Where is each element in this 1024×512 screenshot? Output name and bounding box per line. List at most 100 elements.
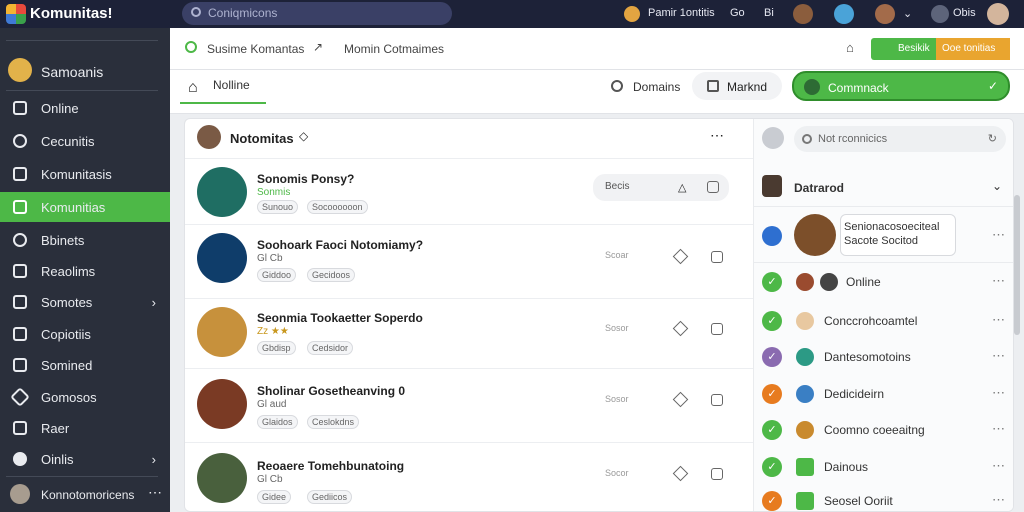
box-icon[interactable] bbox=[711, 251, 723, 263]
more-icon[interactable]: ⋯ bbox=[992, 312, 1006, 328]
avatar bbox=[804, 79, 820, 95]
demand-row[interactable]: Datrarod ⌄ bbox=[754, 171, 1013, 207]
list-item[interactable]: ✓ Dedicideirn ⋯ bbox=[754, 376, 1013, 412]
topbar-obis[interactable]: Obis bbox=[953, 7, 976, 19]
action-button-alt[interactable]: Ooe tonitias bbox=[936, 38, 1010, 60]
sidebar-item-cecunitis[interactable]: Cecunitis bbox=[0, 126, 170, 156]
tag-icon[interactable] bbox=[672, 391, 689, 408]
row-tag: Gecidoos bbox=[307, 268, 356, 282]
row-action-label[interactable]: Scoar bbox=[605, 250, 629, 260]
row-avatar bbox=[197, 167, 247, 217]
sidebar-item-komunitasis[interactable]: Komunitasis bbox=[0, 159, 170, 189]
row-actions[interactable]: Becis △ bbox=[593, 174, 729, 201]
chevron-down-icon[interactable]: ⌄ bbox=[903, 7, 912, 20]
avatar[interactable] bbox=[834, 4, 854, 24]
right-search-input[interactable]: Not rconnicics ↻ bbox=[794, 126, 1006, 152]
list-item[interactable]: ✓ Conccrohcoamtel ⋯ bbox=[754, 303, 1013, 339]
sidebar-item-copiotiis[interactable]: Copiotiis bbox=[0, 319, 170, 349]
list-item[interactable]: ✓ Coomno coeeaitng ⋯ bbox=[754, 412, 1013, 448]
table-row[interactable]: Sholinar Gosetheanving 0 Gl aud Glaidos … bbox=[185, 369, 753, 443]
sidebar-item-somined[interactable]: Somined bbox=[0, 350, 170, 380]
tag-icon[interactable] bbox=[672, 248, 689, 265]
bell-icon[interactable]: ⌂ bbox=[846, 40, 854, 55]
avatar[interactable] bbox=[793, 4, 813, 24]
coin-icon[interactable] bbox=[624, 6, 640, 22]
search-input[interactable]: Coniqmicons bbox=[182, 2, 452, 25]
tag-icon[interactable]: ◇ bbox=[299, 129, 308, 143]
check-icon: ✓ bbox=[762, 347, 782, 367]
user-avatar[interactable] bbox=[8, 58, 32, 82]
market-pill[interactable]: Marknd bbox=[692, 72, 782, 100]
more-icon[interactable]: ⋯ bbox=[710, 127, 725, 144]
table-row[interactable]: Sonomis Ponsy? Sonmis Sunouo Socoooooon … bbox=[185, 159, 753, 225]
right-search-placeholder: Not rconnicics bbox=[818, 133, 888, 145]
topbar-go[interactable]: Go bbox=[730, 7, 745, 19]
topbar-bi[interactable]: Bi bbox=[764, 7, 774, 19]
sidebar-item-komunitias[interactable]: Komunitias bbox=[0, 192, 170, 222]
sidebar-item-label: Copiotiis bbox=[41, 327, 91, 342]
sidebar-item-somotes[interactable]: Somotes › bbox=[0, 287, 170, 317]
sidebar-item-raer[interactable]: Raer bbox=[0, 413, 170, 443]
more-icon[interactable]: ⋯ bbox=[992, 385, 1006, 401]
breadcrumb-a[interactable]: Susime Komantas bbox=[207, 42, 304, 56]
sidebar-item-gomosos[interactable]: Gomosos bbox=[0, 382, 170, 412]
profile-avatar bbox=[794, 214, 836, 256]
pen-icon bbox=[10, 387, 30, 407]
row-action-label[interactable]: Socor bbox=[605, 468, 629, 478]
tab-domains[interactable]: Domains bbox=[633, 80, 680, 94]
sidebar-item-online[interactable]: Online bbox=[0, 93, 170, 123]
row-sub: Gl Cb bbox=[257, 253, 283, 264]
list-item[interactable]: ✓ Seosel Ooriit ⋯ bbox=[754, 485, 1013, 511]
app-title: Komunitas! bbox=[30, 5, 113, 22]
more-icon[interactable]: ⋯ bbox=[148, 484, 162, 501]
box-icon[interactable] bbox=[711, 468, 723, 480]
tag-icon[interactable] bbox=[672, 465, 689, 482]
tag-icon[interactable] bbox=[672, 320, 689, 337]
chevron-right-icon: › bbox=[151, 295, 156, 310]
search-icon bbox=[802, 134, 812, 144]
row-action-label[interactable]: Sosor bbox=[605, 394, 629, 404]
status-icon bbox=[185, 41, 197, 53]
row-tag: Gidee bbox=[257, 490, 292, 504]
list-item[interactable]: ✓ Dainous ⋯ bbox=[754, 449, 1013, 485]
footer-avatar[interactable] bbox=[10, 484, 30, 504]
table-row[interactable]: Reoaere Tomehbunatoing Gl Cb Gidee Gedii… bbox=[185, 443, 753, 511]
sidebar-item-bbinets[interactable]: Bbinets bbox=[0, 225, 170, 255]
avatar[interactable] bbox=[931, 5, 949, 23]
more-icon[interactable]: ⋯ bbox=[992, 458, 1006, 474]
list-item[interactable]: ✓ Dantesomotoins ⋯ bbox=[754, 339, 1013, 375]
row-tag: Ceslokdns bbox=[307, 415, 360, 429]
row-sub: Gl Cb bbox=[257, 474, 283, 485]
profile-card[interactable]: Senionacosoeciteal Sacote Socitod ⋯ bbox=[754, 209, 1013, 263]
arrow-icon: ↗ bbox=[313, 40, 324, 54]
sidebar-item-reaolims[interactable]: Reaolims bbox=[0, 256, 170, 286]
table-row[interactable]: Seonmia Tookaetter Soperdo Zz ★★ Gbdisp … bbox=[185, 299, 753, 369]
profile-avatar[interactable] bbox=[987, 3, 1009, 25]
search-icon bbox=[191, 7, 201, 17]
scrollbar[interactable] bbox=[1014, 195, 1020, 335]
more-icon[interactable]: ⋯ bbox=[992, 348, 1006, 364]
table-row[interactable]: Soohoark Faoci Notomiamy? Gl Cb Giddoo G… bbox=[185, 225, 753, 299]
image-icon bbox=[13, 358, 27, 372]
filter-icon[interactable] bbox=[762, 127, 784, 149]
home-icon: ⌂ bbox=[188, 79, 198, 96]
more-icon[interactable]: ⋯ bbox=[992, 421, 1006, 437]
tab-nolline[interactable]: Nolline bbox=[213, 78, 250, 92]
community-icon bbox=[13, 200, 27, 214]
dot-icon bbox=[13, 452, 27, 466]
row-action-label[interactable]: Sosor bbox=[605, 323, 629, 333]
box-icon[interactable] bbox=[711, 394, 723, 406]
box-icon[interactable] bbox=[711, 323, 723, 335]
row-avatar bbox=[197, 379, 247, 429]
divider bbox=[6, 40, 158, 41]
list-item[interactable]: ✓ Online ⋯ bbox=[754, 264, 1013, 300]
more-icon[interactable]: ⋯ bbox=[992, 227, 1006, 243]
sidebar-item-oinlis[interactable]: Oinlis › bbox=[0, 444, 170, 474]
more-icon[interactable]: ⋯ bbox=[992, 492, 1006, 508]
globe-icon bbox=[611, 80, 623, 92]
avatar[interactable] bbox=[875, 4, 895, 24]
more-icon[interactable]: ⋯ bbox=[992, 273, 1006, 289]
green-action[interactable]: Commnack ✓ bbox=[792, 71, 1010, 101]
breadcrumb-b[interactable]: Momin Cotmaimes bbox=[344, 42, 444, 56]
top-bar: Komunitas! Coniqmicons Pamir 1ontitis Go… bbox=[0, 0, 1024, 28]
